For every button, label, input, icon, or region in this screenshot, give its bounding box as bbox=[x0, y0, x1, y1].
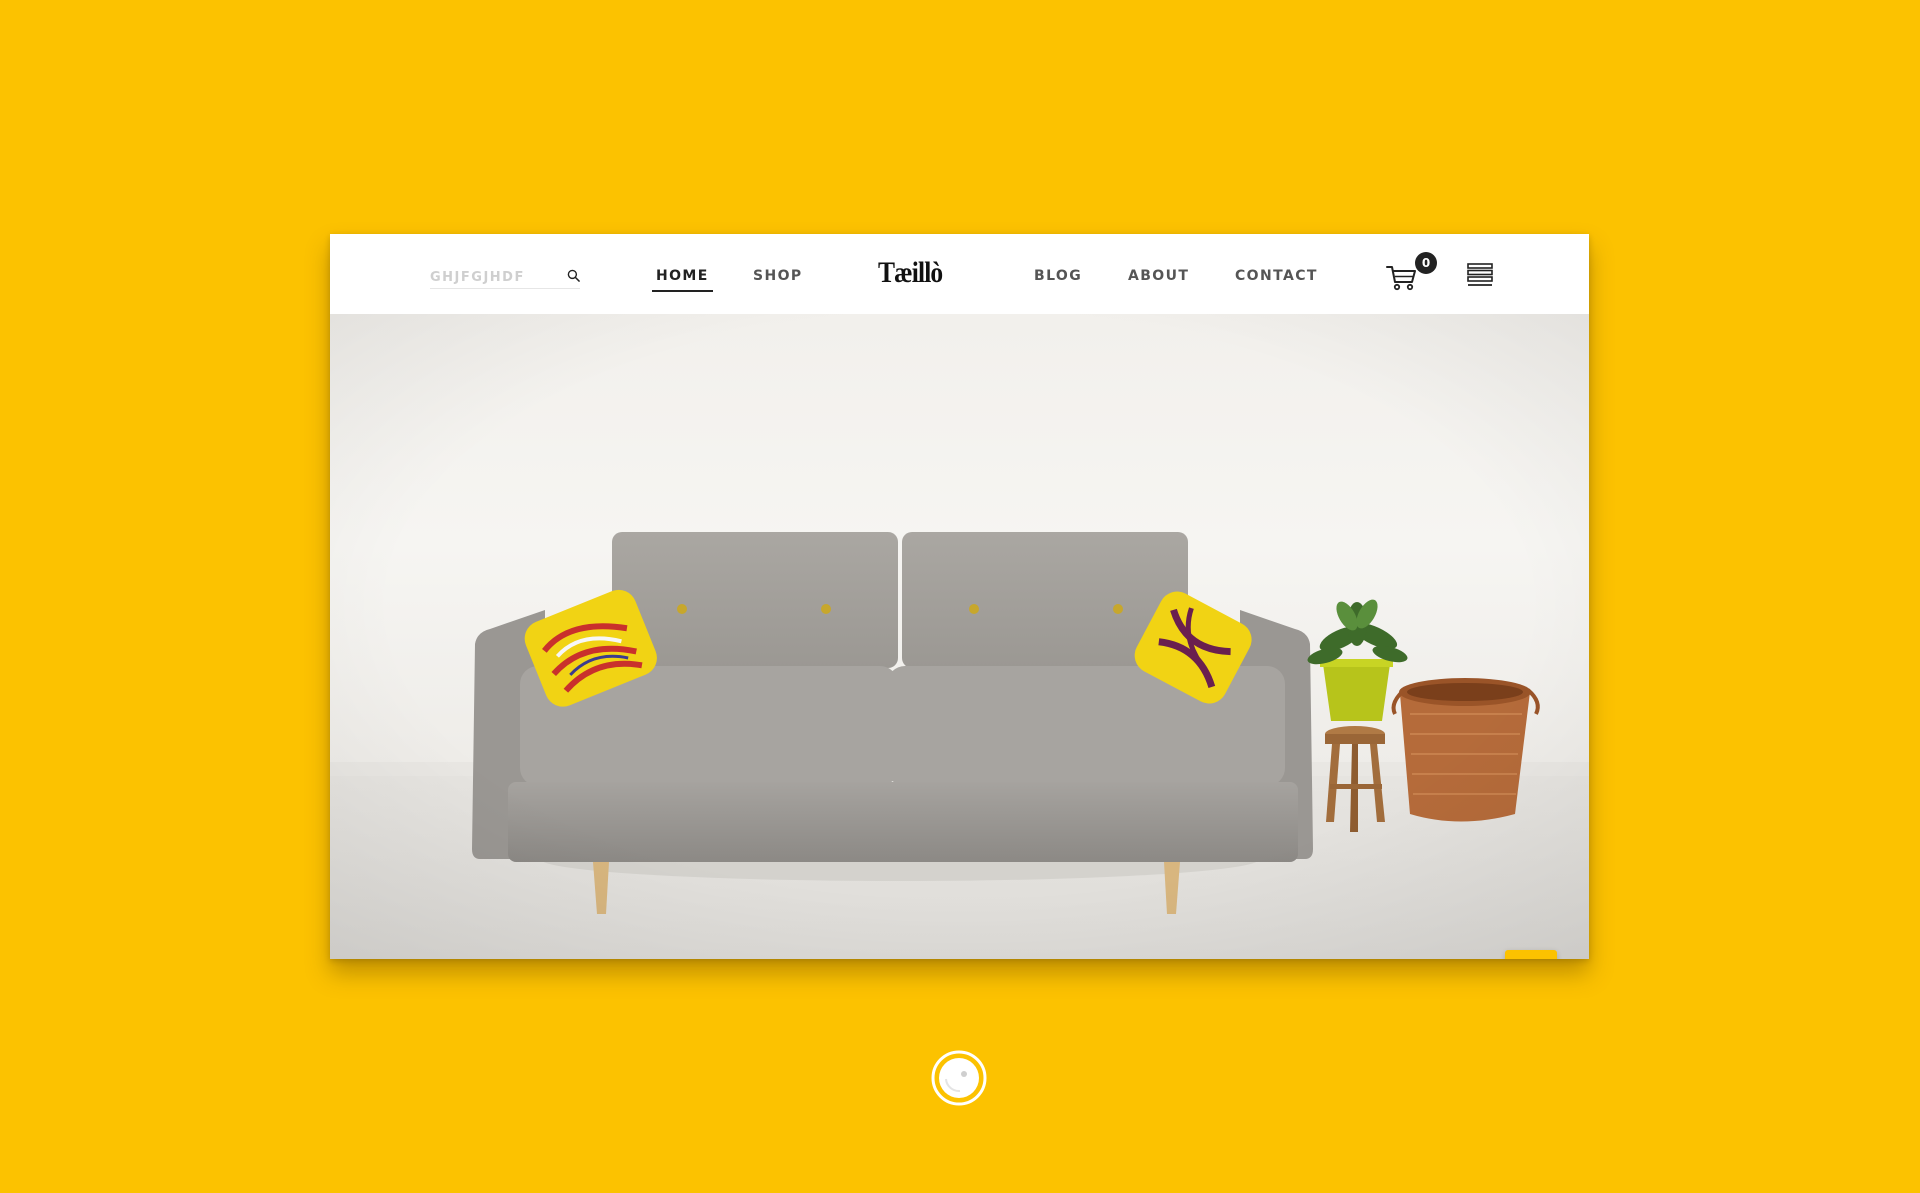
nav-contact[interactable]: CONTACT bbox=[1235, 268, 1318, 284]
cart-icon[interactable] bbox=[1385, 262, 1419, 292]
nav-blog[interactable]: BLOG bbox=[1034, 268, 1082, 284]
cart-count-badge: 0 bbox=[1415, 252, 1437, 274]
loading-spinner-icon bbox=[931, 1050, 987, 1106]
nav-about[interactable]: ABOUT bbox=[1128, 268, 1189, 284]
nav-shop[interactable]: SHOP bbox=[753, 268, 803, 284]
search-input[interactable] bbox=[430, 268, 555, 287]
hamburger-menu-icon[interactable] bbox=[1467, 263, 1493, 287]
site-logo[interactable]: Tæillò bbox=[878, 256, 943, 290]
search-icon[interactable] bbox=[567, 269, 580, 282]
browser-frame: HOME SHOP Tæillò BLOG ABOUT CONTACT 0 bbox=[330, 234, 1589, 959]
search-box bbox=[430, 266, 580, 289]
nav-home[interactable]: HOME bbox=[652, 268, 713, 292]
hero-sofa-illustration bbox=[330, 314, 1589, 959]
chat-bubble-icon bbox=[1505, 950, 1557, 959]
chat-button[interactable] bbox=[1505, 950, 1557, 959]
site-header: HOME SHOP Tæillò BLOG ABOUT CONTACT 0 bbox=[330, 234, 1589, 314]
hero-image bbox=[330, 314, 1589, 959]
